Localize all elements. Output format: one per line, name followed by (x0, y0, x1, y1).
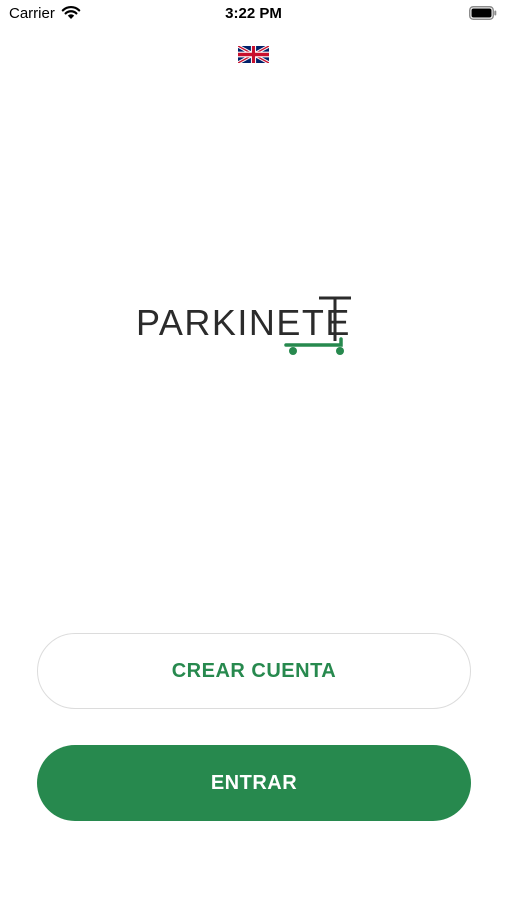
login-label: ENTRAR (210, 771, 298, 794)
status-bar: Carrier 3:22 PM (0, 0, 507, 28)
welcome-screen: Carrier 3:22 PM PARKINETE CREAR CUENTA E… (0, 0, 507, 900)
login-button[interactable]: ENTRAR (37, 745, 471, 821)
uk-flag-icon[interactable] (238, 46, 269, 63)
parkinete-logo: PARKINETE (136, 293, 376, 361)
create-account-label: CREAR CUENTA (171, 659, 337, 682)
status-time: 3:22 PM (225, 5, 282, 22)
battery-icon (469, 6, 497, 20)
scooter-mark-icon (284, 296, 351, 355)
create-account-button[interactable]: CREAR CUENTA (37, 633, 471, 709)
